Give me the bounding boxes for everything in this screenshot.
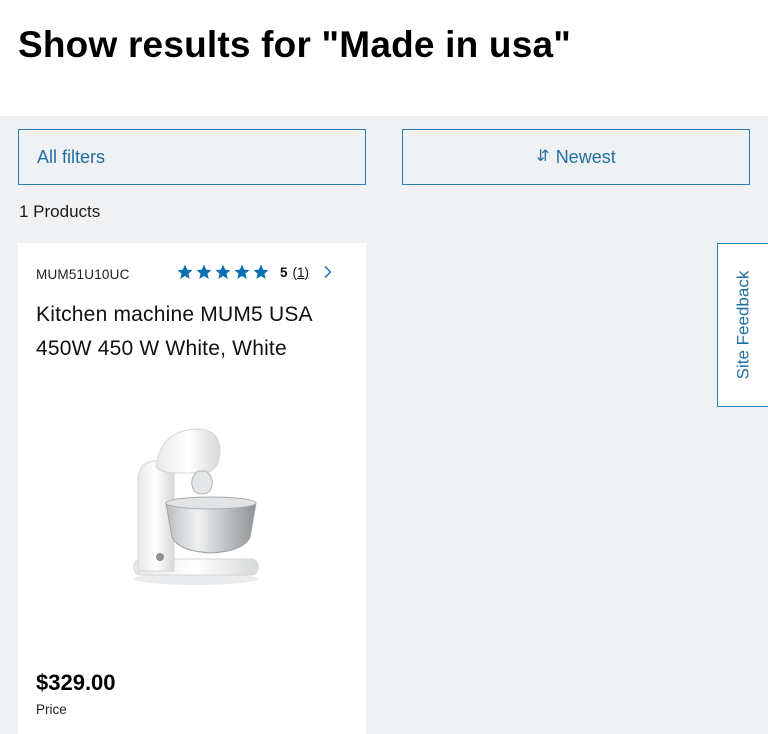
sort-arrows-icon: ⇵ (536, 148, 550, 165)
star-icon (234, 264, 250, 279)
product-name[interactable]: Kitchen machine MUM5 USA 450W 450 W Whit… (36, 298, 336, 366)
chevron-right-icon[interactable] (323, 265, 333, 279)
site-feedback-tab[interactable]: Site Feedback (717, 243, 768, 407)
page-header: Show results for "Made in usa" (0, 0, 768, 116)
all-filters-button[interactable]: All filters (18, 129, 366, 185)
product-rating[interactable]: 5 (1) (176, 263, 333, 281)
site-feedback-label: Site Feedback (733, 270, 752, 380)
rating-value: 5 (280, 264, 288, 280)
results-count: 1 Products (19, 202, 101, 221)
all-filters-label: All filters (37, 146, 106, 167)
star-icon (177, 264, 193, 279)
product-card[interactable]: MUM51U10UC 5 (1) Kitchen machine MUM5 US… (18, 243, 366, 734)
price-label: Price (36, 702, 67, 717)
rating-count-link[interactable]: (1) (293, 265, 310, 280)
sort-label: Newest (555, 146, 616, 167)
product-image[interactable] (116, 421, 276, 611)
rating-stars (176, 263, 270, 281)
page-title: Show results for "Made in usa" (18, 24, 572, 65)
sort-button[interactable]: ⇵ Newest (402, 129, 750, 185)
product-price: $329.00 (36, 670, 116, 695)
star-icon (196, 264, 212, 279)
star-icon (215, 264, 231, 279)
star-icon (253, 264, 269, 279)
product-sku: MUM51U10UC (36, 267, 130, 282)
